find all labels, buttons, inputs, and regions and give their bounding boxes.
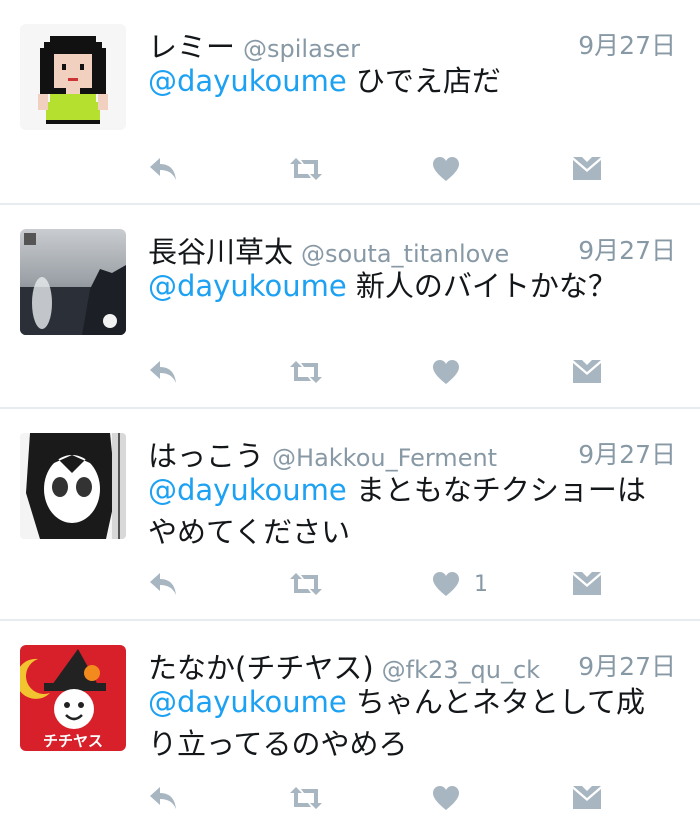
dm-button[interactable] [572, 567, 602, 601]
like-button[interactable] [432, 152, 474, 186]
like-button[interactable]: 1 [432, 567, 488, 601]
tweet-text: @dayukoume 新人のバイトかな？ [148, 265, 670, 307]
avatar[interactable] [20, 229, 126, 335]
display-name[interactable]: レミー [148, 30, 235, 64]
retweet-button[interactable] [288, 152, 324, 186]
user-handle[interactable]: @spilaser [243, 35, 360, 63]
tweet-header: レミー @spilaser 9月27日 [148, 24, 676, 64]
tweet-text: @dayukoume ちゃんとネタとして成り立ってるのやめろ [148, 681, 670, 765]
avatar[interactable]: チチヤス [20, 645, 126, 751]
tweet-actions [148, 781, 608, 815]
reply-icon [150, 787, 176, 809]
user-handle[interactable]: @fk23_qu_ck [382, 656, 540, 684]
reply-icon [150, 361, 176, 383]
tweet[interactable]: チチヤス たなか(チチヤス) @fk23_qu_ck 9月27日 @dayukou… [0, 621, 700, 819]
display-name[interactable]: たなか(チチヤス) [148, 651, 374, 685]
like-button[interactable] [432, 355, 474, 389]
retweet-icon [290, 361, 322, 383]
timestamp[interactable]: 9月27日 [578, 435, 676, 471]
like-icon [433, 786, 459, 810]
tweet-actions: 1 [148, 567, 608, 601]
reply-icon [150, 158, 176, 180]
mention-link[interactable]: @dayukoume [148, 269, 347, 303]
sea-photo-avatar-image [20, 229, 126, 335]
tweet-text: @dayukoume まともなチクショーはやめてください [148, 469, 670, 553]
tweet-header: 長谷川草太 @souta_titanlove 9月27日 [148, 229, 676, 269]
retweet-icon [290, 573, 322, 595]
reply-icon [150, 573, 176, 595]
tweet-actions [148, 152, 608, 186]
reply-button[interactable] [148, 152, 178, 186]
mention-link[interactable]: @dayukoume [148, 64, 347, 98]
like-button[interactable] [432, 781, 474, 815]
retweet-icon [290, 787, 322, 809]
pixel-girl-avatar-image [20, 24, 126, 130]
dm-icon [573, 157, 601, 180]
like-count: 1 [474, 571, 488, 597]
tweet-header: はっこう @Hakkou_Ferment 9月27日 [148, 433, 676, 473]
tweet[interactable]: はっこう @Hakkou_Ferment 9月27日 @dayukoume まとも… [0, 409, 700, 619]
avatar[interactable] [20, 433, 126, 539]
manga-girl-avatar-image [20, 433, 126, 539]
tweet-header: たなか(チチヤス) @fk23_qu_ck 9月27日 [148, 645, 676, 685]
reply-button[interactable] [148, 355, 178, 389]
tweet[interactable]: 長谷川草太 @souta_titanlove 9月27日 @dayukoume 新… [0, 205, 700, 407]
retweet-button[interactable] [288, 781, 324, 815]
display-name[interactable]: はっこう [148, 439, 264, 473]
retweet-icon [290, 158, 322, 180]
chichiyasu-mascot-avatar-image: チチヤス [20, 645, 126, 751]
mention-link[interactable]: @dayukoume [148, 685, 347, 719]
display-name[interactable]: 長谷川草太 [148, 235, 293, 269]
avatar-logo-text: チチヤス [43, 732, 103, 750]
tweet[interactable]: レミー @spilaser 9月27日 @dayukoume ひでえ店だ [0, 0, 700, 204]
like-icon [433, 157, 459, 181]
timestamp[interactable]: 9月27日 [578, 231, 676, 267]
dm-button[interactable] [572, 355, 602, 389]
user-handle[interactable]: @souta_titanlove [301, 240, 509, 268]
dm-icon [573, 360, 601, 383]
tweet-text: @dayukoume ひでえ店だ [148, 60, 670, 102]
like-icon [433, 572, 459, 596]
avatar[interactable] [20, 24, 126, 130]
reply-button[interactable] [148, 781, 178, 815]
tweet-body-text: ひでえ店だ [346, 64, 501, 98]
dm-icon [573, 572, 601, 595]
tweet-actions [148, 355, 608, 389]
like-icon [433, 360, 459, 384]
dm-icon [573, 786, 601, 809]
retweet-button[interactable] [288, 567, 324, 601]
dm-button[interactable] [572, 781, 602, 815]
user-handle[interactable]: @Hakkou_Ferment [272, 444, 497, 472]
timestamp[interactable]: 9月27日 [578, 26, 676, 62]
dm-button[interactable] [572, 152, 602, 186]
timestamp[interactable]: 9月27日 [578, 647, 676, 683]
tweet-body-text: 新人のバイトかな？ [346, 269, 617, 303]
mention-link[interactable]: @dayukoume [148, 473, 347, 507]
reply-button[interactable] [148, 567, 178, 601]
retweet-button[interactable] [288, 355, 324, 389]
